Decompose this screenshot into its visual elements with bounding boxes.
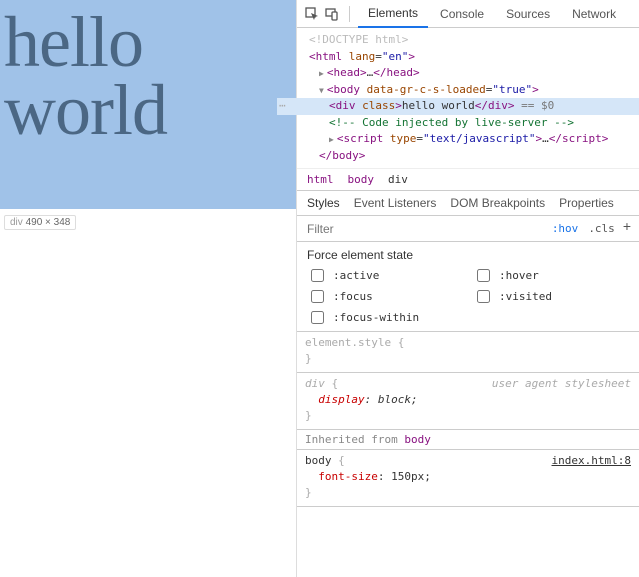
page-preview: hello world div 490 × 348 (0, 0, 296, 577)
dom-body-close[interactable]: </body> (309, 148, 639, 165)
crumb-html[interactable]: html (307, 173, 334, 186)
tab-console[interactable]: Console (430, 1, 494, 27)
checkbox-visited[interactable] (477, 290, 490, 303)
crumb-body[interactable]: body (348, 173, 375, 186)
checkbox-focus[interactable] (311, 290, 324, 303)
tab-sources[interactable]: Sources (496, 1, 560, 27)
ellipsis-icon: ⋯ (279, 98, 286, 115)
dom-tree[interactable]: <!DOCTYPE html> <html lang="en"> <head>…… (297, 28, 639, 168)
state-visited[interactable]: :visited (473, 287, 629, 306)
checkbox-focus-within[interactable] (311, 311, 324, 324)
force-state-title: Force element state (307, 248, 629, 262)
preview-text: hello world (0, 0, 296, 145)
state-focus[interactable]: :focus (307, 287, 463, 306)
devtools-toolbar: Elements Console Sources Network (297, 0, 639, 28)
toolbar-separator (349, 6, 350, 22)
dom-doctype[interactable]: <!DOCTYPE html> (309, 32, 639, 49)
css-body-rule[interactable]: index.html:8 body { font-size: 150px; } (297, 450, 639, 507)
device-toggle-icon[interactable] (323, 5, 341, 23)
checkbox-active[interactable] (311, 269, 324, 282)
crumb-div[interactable]: div (388, 173, 408, 186)
css-source-link[interactable]: index.html:8 (552, 453, 631, 469)
new-rule-button[interactable]: + (623, 218, 631, 234)
subtab-event-listeners[interactable]: Event Listeners (352, 191, 439, 215)
dom-script[interactable]: <script type="text/javascript">…</script… (309, 131, 639, 148)
dom-head[interactable]: <head>…</head> (309, 65, 639, 82)
dimension-tooltip: div 490 × 348 (4, 215, 76, 230)
styles-filter-row: :hov .cls + (297, 216, 639, 242)
dom-html-open[interactable]: <html lang="en"> (309, 49, 639, 66)
css-pane: element.style { } user agent stylesheet … (297, 332, 639, 507)
tab-elements[interactable]: Elements (358, 0, 428, 28)
styles-filter-input[interactable] (305, 221, 552, 237)
breadcrumb: html body div (297, 168, 639, 190)
subtab-dom-breakpoints[interactable]: DOM Breakpoints (448, 191, 547, 215)
force-element-state: Force element state :active :hover :focu… (297, 242, 639, 332)
state-focus-within[interactable]: :focus-within (307, 308, 463, 327)
ua-stylesheet-label: user agent stylesheet (492, 376, 631, 392)
dom-comment[interactable]: <!-- Code injected by live-server --> (309, 115, 639, 132)
styles-subtabs: Styles Event Listeners DOM Breakpoints P… (297, 190, 639, 216)
inspect-icon[interactable] (303, 5, 321, 23)
css-ua-div[interactable]: user agent stylesheet div { display: blo… (297, 373, 639, 430)
dom-body-open[interactable]: <body data-gr-c-s-loaded="true"> (309, 82, 639, 99)
tab-network[interactable]: Network (562, 1, 626, 27)
state-hover[interactable]: :hover (473, 266, 629, 285)
hov-toggle[interactable]: :hov (552, 222, 579, 235)
cls-toggle[interactable]: .cls (588, 222, 615, 235)
checkbox-hover[interactable] (477, 269, 490, 282)
dom-selected-div[interactable]: ⋯ <div class>hello world</div> == $0 (277, 98, 639, 115)
subtab-styles[interactable]: Styles (305, 191, 342, 215)
state-active[interactable]: :active (307, 266, 463, 285)
css-inherited-from: Inherited from body (297, 430, 639, 450)
element-highlight: hello world (0, 0, 296, 209)
devtools-panel: Elements Console Sources Network <!DOCTY… (296, 0, 639, 577)
css-element-style[interactable]: element.style { } (297, 332, 639, 373)
subtab-properties[interactable]: Properties (557, 191, 616, 215)
